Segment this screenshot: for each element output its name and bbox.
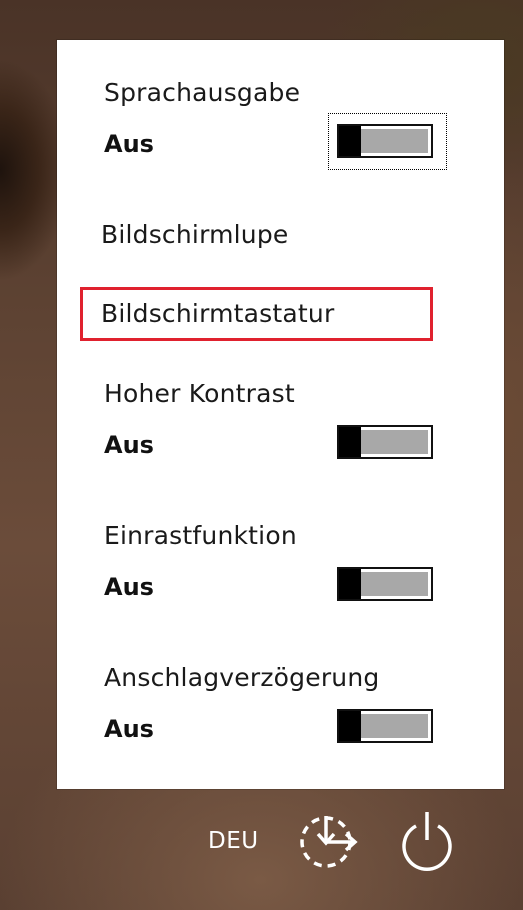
high-contrast-state: Aus [104,431,154,459]
filter-keys-label: Anschlagverzögerung [104,663,380,692]
ease-of-access-panel: Sprachausgabe Aus Bildschirmlupe Bildsch… [57,40,504,789]
magnifier-item[interactable]: Bildschirmlupe [101,220,289,249]
toggle-thumb [339,126,361,156]
narrator-state: Aus [104,130,154,158]
high-contrast-toggle[interactable] [337,425,433,459]
power-icon[interactable] [398,810,456,872]
sticky-keys-toggle[interactable] [337,567,433,601]
sticky-keys-label: Einrastfunktion [104,521,297,550]
toggle-thumb [339,711,361,741]
filter-keys-state: Aus [104,715,154,743]
high-contrast-label: Hoher Kontrast [104,379,295,408]
toggle-track [361,714,428,738]
language-indicator[interactable]: DEU [208,828,259,854]
toggle-track [361,430,428,454]
toggle-thumb [339,427,361,457]
toggle-thumb [339,569,361,599]
filter-keys-toggle[interactable] [337,709,433,743]
on-screen-keyboard-item[interactable]: Bildschirmtastatur [101,299,334,328]
sticky-keys-state: Aus [104,573,154,601]
toggle-track [361,572,428,596]
narrator-label: Sprachausgabe [104,78,301,107]
narrator-toggle[interactable] [337,124,433,158]
toggle-track [361,129,428,153]
ease-of-access-icon[interactable] [296,812,362,870]
